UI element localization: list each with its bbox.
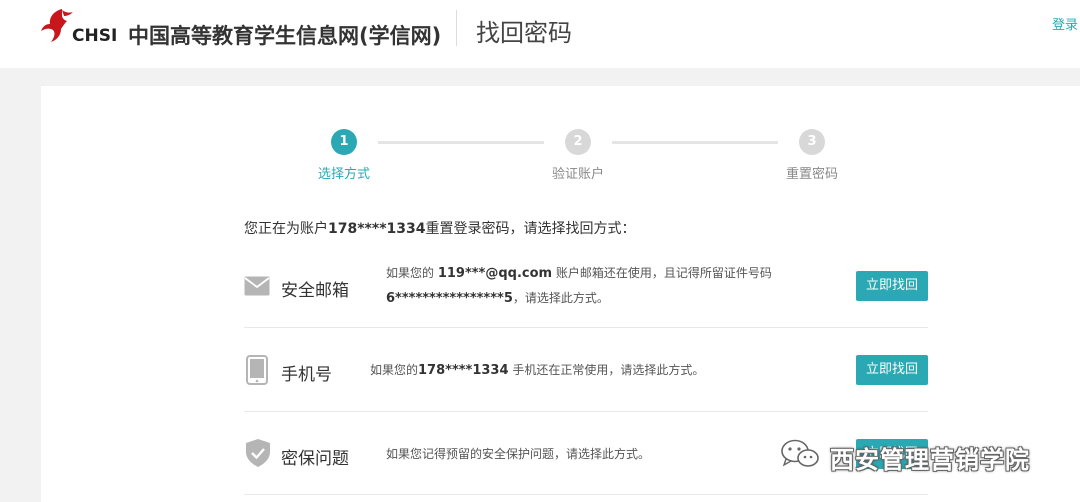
step-1-label: 选择方式 xyxy=(318,167,371,182)
step-connector xyxy=(378,141,544,144)
phone-option-description: 如果您的178****1334 手机还在正常使用，请选择此方式。 xyxy=(370,363,705,378)
step-2-circle: 2 xyxy=(565,129,591,155)
row-divider xyxy=(244,494,928,495)
question-option-description: 如果您记得预留的安全保护问题，请选择此方式。 xyxy=(386,447,651,461)
row-divider xyxy=(244,327,928,328)
email-recover-button[interactable]: 立即找回 xyxy=(856,271,928,301)
step-3-circle: 3 xyxy=(799,129,825,155)
step-connector xyxy=(612,141,778,144)
step-1-circle: 1 xyxy=(331,129,357,155)
envelope-icon xyxy=(244,276,270,296)
watermark-text: 西安管理营销学院 xyxy=(830,446,1030,474)
account-number: 178****1334 xyxy=(328,221,426,237)
wechat-icon xyxy=(781,439,819,467)
instruction-text: 您正在为账户178****1334重置登录密码，请选择找回方式： xyxy=(244,221,636,237)
phone-icon xyxy=(246,355,268,385)
step-3-label: 重置密码 xyxy=(786,167,839,182)
step-2-label: 验证账户 xyxy=(552,167,605,182)
email-option-description: 如果您的 119***@qq.com 账户邮箱还在使用，且记得所留证件号码 6*… xyxy=(386,266,772,306)
email-option-title: 安全邮箱 xyxy=(281,281,349,301)
step-indicator: 1 2 3 选择方式 验证账户 重置密码 xyxy=(0,0,1080,210)
phone-option-title: 手机号 xyxy=(281,365,332,385)
question-option-title: 密保问题 xyxy=(281,449,349,469)
shield-check-icon xyxy=(246,439,270,467)
phone-recover-button[interactable]: 立即找回 xyxy=(856,355,928,385)
row-divider xyxy=(244,411,928,412)
